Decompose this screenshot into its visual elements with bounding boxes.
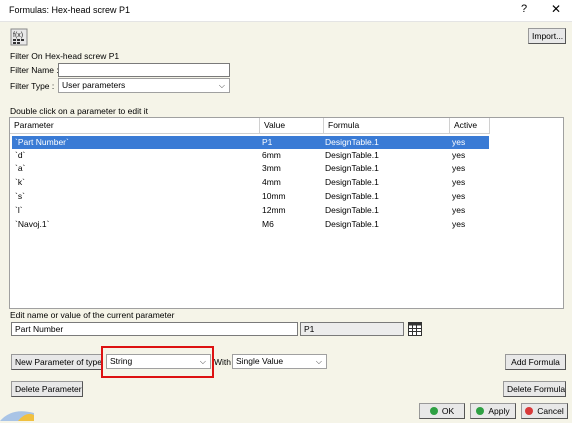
- apply-button[interactable]: Apply: [470, 403, 516, 419]
- cell-value: 6mm: [262, 150, 281, 160]
- filter-name-label: Filter Name :: [10, 65, 59, 75]
- corner-decoration: [0, 405, 34, 421]
- cell-value: P1: [262, 137, 273, 147]
- parameter-value-input[interactable]: P1: [300, 322, 404, 336]
- column-header-formula[interactable]: Formula: [324, 118, 450, 134]
- filter-name-input[interactable]: [58, 63, 230, 77]
- cell-active: yes: [452, 191, 466, 201]
- title-bar: Formulas: Hex-head screw P1 ? ✕: [0, 0, 572, 22]
- cell-active: yes: [452, 137, 466, 147]
- cell-parameter: `d`: [15, 150, 26, 160]
- parameter-name-input[interactable]: Part Number: [11, 322, 298, 336]
- parameter-type-value: String: [110, 356, 133, 366]
- filter-type-label: Filter Type :: [10, 81, 55, 91]
- ok-label: OK: [441, 406, 455, 416]
- formula-tool-icon[interactable]: f(x): [10, 28, 28, 46]
- cell-formula: DesignTable.1: [325, 219, 379, 229]
- parameters-table[interactable]: Parameter Value Formula Active `Part Num…: [9, 117, 564, 309]
- cell-formula: DesignTable.1: [325, 137, 379, 147]
- cell-formula: DesignTable.1: [325, 150, 379, 160]
- cell-formula: DesignTable.1: [325, 205, 379, 215]
- table-row[interactable]: `s` 10mm DesignTable.1 yes: [12, 190, 489, 203]
- value-kind-value: Single Value: [236, 356, 284, 366]
- close-button[interactable]: ✕: [551, 2, 561, 16]
- chevron-down-icon: ⌵: [199, 357, 206, 366]
- delete-parameter-button[interactable]: Delete Parameter: [11, 381, 83, 397]
- cell-active: yes: [452, 163, 466, 173]
- add-formula-button[interactable]: Add Formula: [505, 354, 566, 370]
- chevron-down-icon: ⌵: [218, 81, 225, 90]
- cell-value: M6: [262, 219, 274, 229]
- cell-value: 3mm: [262, 163, 281, 173]
- value-kind-select[interactable]: Single Value ⌵: [232, 354, 327, 369]
- cell-parameter: `Part Number`: [15, 137, 69, 147]
- table-row[interactable]: `a` 3mm DesignTable.1 yes: [12, 162, 489, 175]
- cell-parameter: `s`: [15, 191, 25, 201]
- cell-active: yes: [452, 150, 466, 160]
- table-row[interactable]: `d` 6mm DesignTable.1 yes: [12, 149, 489, 162]
- cell-value: 4mm: [262, 177, 281, 187]
- cell-value: 12mm: [262, 205, 286, 215]
- cell-active: yes: [452, 205, 466, 215]
- delete-formula-button[interactable]: Delete Formula: [503, 381, 566, 397]
- cell-active: yes: [452, 177, 466, 187]
- cell-formula: DesignTable.1: [325, 177, 379, 187]
- table-picker-icon[interactable]: [408, 322, 422, 336]
- cancel-icon: [525, 407, 534, 415]
- table-row[interactable]: `Part Number` P1 DesignTable.1 yes: [12, 136, 489, 149]
- table-instruction: Double click on a parameter to edit it: [10, 106, 148, 116]
- svg-text:f(x): f(x): [13, 32, 23, 39]
- table-row[interactable]: `Navoj.1` M6 DesignTable.1 yes: [12, 218, 489, 231]
- cell-value: 10mm: [262, 191, 286, 201]
- cell-parameter: `a`: [15, 163, 26, 173]
- filter-on-label: Filter On Hex-head screw P1: [10, 51, 120, 61]
- ok-button[interactable]: OK: [419, 403, 465, 419]
- new-parameter-button[interactable]: New Parameter of type: [11, 354, 103, 370]
- chevron-down-icon: ⌵: [315, 357, 322, 366]
- help-button[interactable]: ?: [521, 3, 527, 15]
- edit-label: Edit name or value of the current parame…: [10, 310, 175, 320]
- apply-label: Apply: [488, 406, 510, 416]
- cell-parameter: `k`: [15, 177, 25, 187]
- cancel-label: Cancel: [537, 406, 564, 416]
- import-button[interactable]: Import...: [528, 28, 566, 44]
- window-title: Formulas: Hex-head screw P1: [9, 5, 131, 15]
- with-label: With: [214, 357, 231, 367]
- filter-type-select[interactable]: User parameters ⌵: [58, 78, 230, 93]
- table-row[interactable]: `k` 4mm DesignTable.1 yes: [12, 176, 489, 189]
- parameter-type-select[interactable]: String ⌵: [106, 354, 211, 369]
- column-header-parameter[interactable]: Parameter: [10, 118, 260, 134]
- column-header-active[interactable]: Active: [450, 118, 490, 134]
- cell-active: yes: [452, 219, 466, 229]
- cell-parameter: `Navoj.1`: [15, 219, 50, 229]
- cell-formula: DesignTable.1: [325, 163, 379, 173]
- cell-formula: DesignTable.1: [325, 191, 379, 201]
- cancel-button[interactable]: Cancel: [521, 403, 568, 419]
- ok-icon: [429, 407, 438, 415]
- table-header: Parameter Value Formula Active: [10, 118, 563, 134]
- cell-parameter: `l`: [15, 205, 23, 215]
- apply-icon: [476, 407, 485, 415]
- table-row[interactable]: `l` 12mm DesignTable.1 yes: [12, 204, 489, 217]
- column-header-value[interactable]: Value: [260, 118, 324, 134]
- filter-type-value: User parameters: [62, 80, 126, 90]
